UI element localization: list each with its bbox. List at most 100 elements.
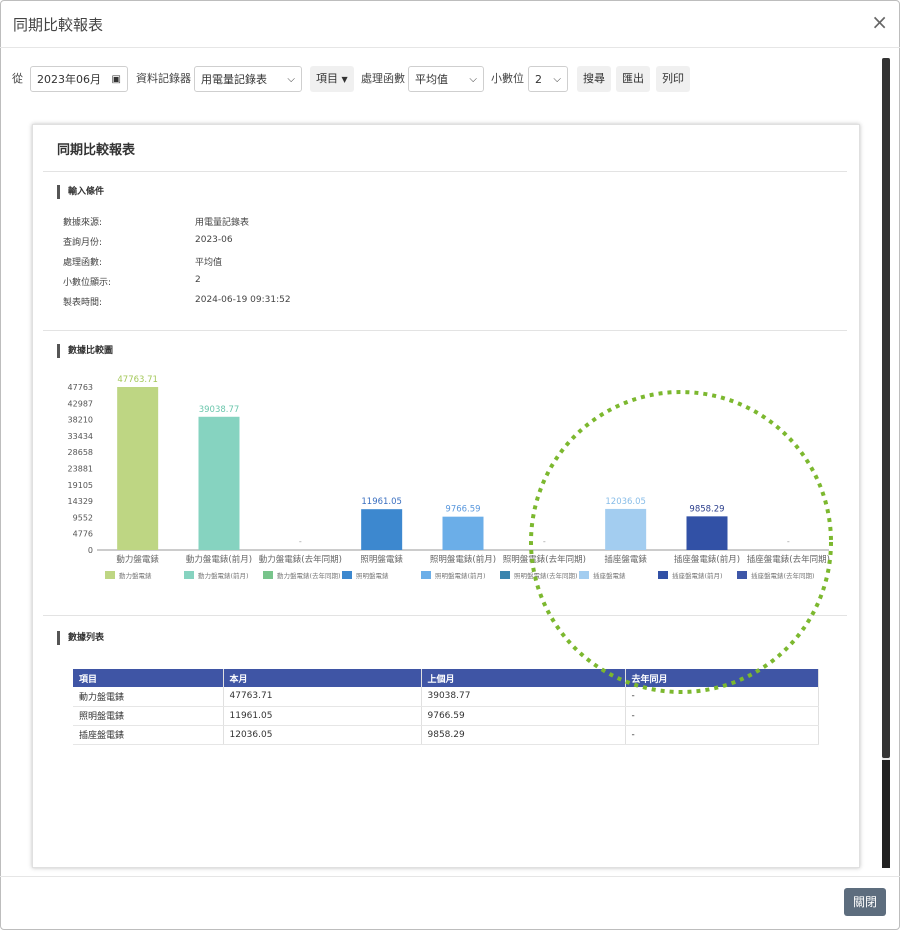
dialog-title: 同期比較報表	[13, 16, 104, 34]
bar-value-label: 12036.05	[605, 497, 646, 507]
info-label: 查詢月份:	[63, 238, 103, 248]
table-cell: 照明盤電錶	[73, 706, 224, 726]
table-cell: 9766.59	[421, 706, 626, 726]
x-tick-label: 照明盤電錶	[360, 554, 403, 565]
bar-value-label: 47763.71	[117, 375, 158, 385]
table-cell: 39038.77	[421, 687, 626, 707]
table-cell: 動力盤電錶	[73, 687, 224, 707]
legend-label: 動力盤電錶(前月)	[198, 571, 249, 580]
x-tick-label: 插座盤電錶(去年同期)	[747, 554, 830, 565]
legend-swatch	[658, 571, 668, 579]
y-tick-label: 0	[88, 546, 93, 555]
month-value: 2023年06月	[37, 73, 101, 86]
y-tick-label: 23881	[68, 465, 93, 474]
bar-value-label: -	[787, 537, 790, 546]
info-value: 2024-06-19 09:31:52	[195, 295, 291, 305]
legend-swatch	[342, 571, 352, 579]
chart-svg: 0 4776 9552 14329 19105 23881 28658 33434 38210 4…	[68, 375, 830, 580]
info-value: 平均值	[195, 258, 223, 268]
table-section-heading: 數據列表	[57, 631, 104, 645]
recorder-value: 用電量記錄表	[201, 73, 267, 86]
legend-swatch	[500, 571, 510, 579]
recorder-label: 資料記錄器	[136, 72, 191, 85]
recorder-select[interactable]: 用電量記錄表 ⌵	[194, 66, 302, 92]
legend-label: 插座盤電錶	[593, 571, 626, 580]
y-tick-label: 42987	[68, 399, 93, 408]
close-button[interactable]: 關閉	[844, 888, 886, 916]
column-header: 項目	[73, 669, 224, 687]
table-cell: 9858.29	[421, 725, 626, 745]
calendar-icon[interactable]: ▣	[112, 67, 121, 93]
comparison-chart: 0 4776 9552 14329 19105 23881 28658 33434 38210 4…	[33, 369, 861, 589]
table-cell: -	[625, 706, 819, 726]
chevron-down-icon: ⌵	[469, 74, 477, 85]
legend-label: 照明盤電錶	[356, 571, 389, 580]
item-button-label: 項目	[316, 72, 338, 85]
column-header: 去年同月	[625, 669, 819, 687]
legend-label: 照明盤電錶(前月)	[435, 571, 486, 580]
table-cell: 47763.71	[223, 687, 422, 707]
info-value: 用電量記錄表	[195, 218, 250, 228]
input-section-heading: 輸入條件	[57, 185, 104, 199]
x-tick-label: 照明盤電錶(去年同期)	[503, 554, 586, 565]
column-header: 本月	[223, 669, 422, 687]
print-button[interactable]: 列印	[656, 66, 690, 92]
y-tick-label: 28658	[68, 448, 93, 457]
info-label: 製表時間:	[63, 298, 103, 308]
legend-label: 動力盤電錶	[119, 571, 152, 580]
legend-label: 照明盤電錶(去年同期)	[514, 571, 578, 580]
bar-value-label: -	[543, 537, 546, 546]
search-button[interactable]: 搜尋	[577, 66, 611, 92]
chevron-down-icon: ⌵	[553, 74, 561, 85]
bar-value-label: 11961.05	[361, 497, 402, 507]
decimal-value: 2	[535, 73, 542, 86]
bar	[605, 508, 647, 550]
chevron-down-icon: ⌵	[287, 74, 295, 85]
data-table: 項目 本月 上個月 去年同月 動力盤電錶 47763.71 39038.77 -…	[73, 669, 819, 745]
month-input[interactable]: 2023年06月 ▣	[30, 66, 128, 92]
report-title: 同期比較報表	[57, 143, 136, 158]
chart-section-heading: 數據比較圖	[57, 344, 113, 358]
y-tick-label: 9552	[73, 513, 93, 522]
legend-swatch	[737, 571, 747, 579]
column-header: 上個月	[421, 669, 626, 687]
table-cell: 插座盤電錶	[73, 725, 224, 745]
item-dropdown-button[interactable]: 項目 ▼	[310, 66, 354, 92]
function-label: 處理函數	[361, 72, 405, 85]
bar-value-label: 9766.59	[445, 505, 480, 515]
function-value: 平均值	[415, 73, 448, 86]
filter-toolbar: 從 2023年06月 ▣ 資料記錄器 用電量記錄表 ⌵ 項目 ▼ 處理函數 平均…	[0, 66, 880, 96]
report-panel: 同期比較報表 輸入條件 數據來源: 用電量記錄表 查詢月份: 2023-06 處…	[32, 124, 860, 868]
divider	[43, 330, 847, 331]
legend-label: 插座盤電錶(前月)	[672, 571, 723, 580]
close-icon[interactable]: ×	[871, 12, 888, 32]
scrollbar-thumb[interactable]	[882, 58, 890, 758]
legend-swatch	[263, 571, 273, 579]
info-label: 處理函數:	[63, 258, 103, 268]
dialog-title-bar: 同期比較報表 ×	[0, 0, 900, 48]
bar	[442, 516, 484, 550]
export-button[interactable]: 匯出	[616, 66, 650, 92]
legend-label: 插座盤電錶(去年同期)	[751, 571, 815, 580]
table-row: 動力盤電錶 47763.71 39038.77 -	[73, 687, 819, 707]
y-tick-label: 33434	[68, 432, 93, 441]
y-tick-label: 38210	[68, 416, 93, 425]
legend-swatch	[184, 571, 194, 579]
y-tick-label: 14329	[68, 497, 93, 506]
x-tick-label: 插座盤電錶(前月)	[674, 554, 740, 565]
table-cell: -	[625, 687, 819, 707]
decimal-select[interactable]: 2 ⌵	[528, 66, 568, 92]
bar	[686, 516, 728, 550]
table-row: 照明盤電錶 11961.05 9766.59 -	[73, 706, 819, 726]
y-tick-label: 19105	[68, 481, 93, 490]
legend-swatch	[421, 571, 431, 579]
table-cell: 11961.05	[223, 706, 422, 726]
bar	[361, 509, 403, 550]
x-tick-label: 動力盤電錶(去年同期)	[259, 554, 342, 565]
legend-swatch	[105, 571, 115, 579]
function-select[interactable]: 平均值 ⌵	[408, 66, 484, 92]
caret-down-icon: ▼	[341, 75, 348, 84]
bar	[117, 386, 159, 550]
divider	[43, 615, 847, 616]
scrollbar-thumb-lower[interactable]	[882, 760, 890, 868]
